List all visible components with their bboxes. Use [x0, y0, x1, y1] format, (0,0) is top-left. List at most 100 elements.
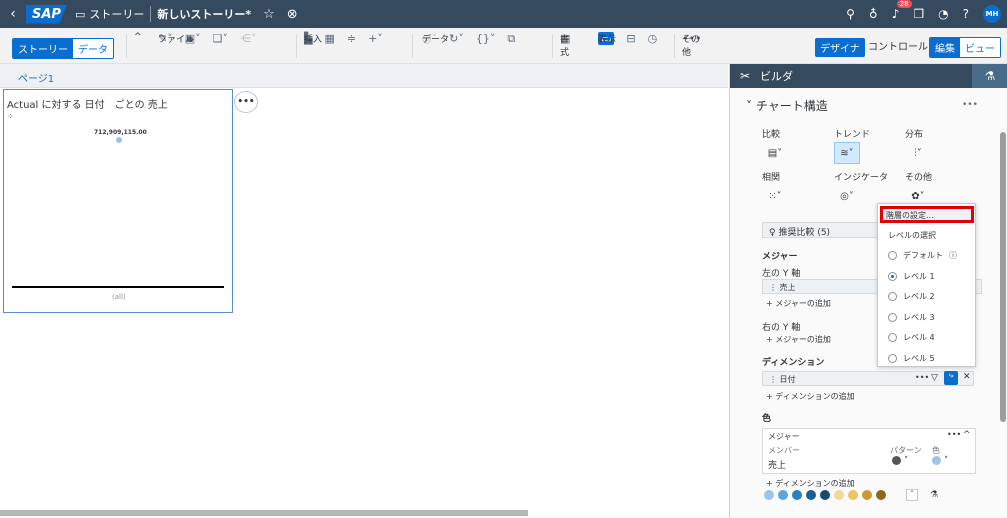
distribution-chart-icon[interactable]: ⫶˅: [905, 142, 931, 164]
toolbar-separator: [412, 34, 413, 58]
chart-structure-more-icon[interactable]: •••: [962, 100, 978, 110]
collapse-color-icon[interactable]: ^: [963, 430, 971, 440]
remove-dimension-icon[interactable]: ✕: [963, 372, 971, 382]
lightbulb-icon[interactable]: ♁: [869, 7, 878, 21]
level-option[interactable]: レベル 5: [888, 353, 935, 364]
color-picker[interactable]: ˅: [932, 456, 948, 466]
bar-chart-icon[interactable]: ▤˅: [762, 142, 788, 164]
tab-story[interactable]: ストーリー: [13, 39, 73, 58]
level-option[interactable]: レベル 4: [888, 332, 935, 343]
radio-icon: [888, 271, 897, 281]
color-member-label: メンバー: [768, 446, 800, 455]
add-color-dimension-link[interactable]: + ディメンションの追加: [766, 478, 855, 489]
format-group-label: 書式: [560, 35, 570, 58]
story-canvas[interactable]: Actual に対する 日付 ごとの 売上 ⁘ 712,909,115.00 (…: [0, 88, 728, 512]
builder-tools-icon[interactable]: ✂: [730, 69, 760, 83]
control-button[interactable]: コントロール: [868, 38, 928, 53]
chart-type-label-other: その他: [905, 173, 933, 183]
color-more-icon[interactable]: •••: [947, 430, 961, 439]
builder-title: ビルダ: [760, 70, 793, 83]
data-point[interactable]: [116, 137, 122, 143]
other-group: その他 •••: [682, 32, 701, 58]
discussion-icon[interactable]: ❐: [913, 7, 924, 21]
designer-button[interactable]: デザイナ: [815, 38, 865, 57]
refresh-icon[interactable]: ↻˅: [449, 32, 464, 46]
level-option-label: レベル 5: [903, 353, 935, 363]
canvas-horizontal-scrollbar[interactable]: [0, 510, 528, 516]
sap-logo: SAP: [26, 4, 67, 24]
palette-swatch: [764, 490, 774, 500]
insert-group: 挿入 ▙ ▦ ≑ +˅: [304, 32, 383, 45]
insert-table-icon[interactable]: ▦: [324, 32, 334, 45]
chart-type-label-distribution: 分布: [905, 130, 924, 140]
styling-tab-icon[interactable]: ⚗: [972, 64, 1007, 88]
tab-view[interactable]: ビュー: [960, 38, 1000, 57]
add-measure-link[interactable]: + メジャーの追加: [766, 298, 831, 309]
feedback-icon[interactable]: ◔: [938, 7, 948, 21]
recommended-comparison-label: 推奨比較 (5): [778, 228, 831, 238]
tab-edit[interactable]: 編集: [930, 38, 960, 57]
data-group-label: データ: [422, 35, 450, 45]
toolbar-separator: [674, 34, 675, 58]
color-pattern-label: パターン: [890, 446, 922, 455]
panel-scrollbar[interactable]: [1000, 132, 1006, 422]
share-icon[interactable]: ⋲˅: [240, 32, 257, 45]
palette-swatch: [848, 490, 858, 500]
tab-data[interactable]: データ: [73, 39, 113, 58]
user-avatar[interactable]: MH: [983, 5, 1001, 23]
level-option[interactable]: レベル 2: [888, 291, 935, 302]
insert-filter-icon[interactable]: ≑: [347, 32, 356, 45]
search-icon[interactable]: ⚲: [846, 7, 855, 21]
chart-type-label-indicator: インジケータ: [834, 173, 889, 183]
add-icon[interactable]: +˅: [368, 32, 383, 45]
notification-bell-icon[interactable]: ♪ 28: [892, 0, 912, 21]
formula-icon[interactable]: {}˅: [476, 32, 496, 46]
recommended-comparison[interactable]: ♀ 推奨比較 (5): [762, 222, 880, 238]
pattern-picker[interactable]: ˅: [892, 456, 908, 466]
collapse-toolbar-icon[interactable]: ^: [134, 32, 142, 42]
palette-settings-icon[interactable]: ⚗: [930, 490, 938, 500]
story-breadcrumb[interactable]: ▭ ストーリー: [75, 6, 144, 22]
performance-icon[interactable]: ◷: [648, 32, 658, 45]
hierarchy-icon[interactable]: ⤷: [944, 371, 958, 385]
favorite-star-icon[interactable]: ☆: [263, 7, 275, 22]
left-y-axis-label: 左の Y 軸: [762, 269, 801, 279]
add-dimension-link[interactable]: + ディメンションの追加: [766, 391, 855, 402]
chart-widget[interactable]: Actual に対する 日付 ごとの 売上 ⁘ 712,909,115.00 (…: [3, 89, 233, 313]
toolbar-separator: [552, 34, 553, 58]
level-option[interactable]: デフォルト ⓘ: [888, 250, 957, 261]
level-option-label: レベル 4: [903, 333, 935, 342]
widget-more-button[interactable]: •••: [234, 91, 258, 113]
drill-indicator-icon: ⁘: [7, 112, 14, 121]
dimension-filter-icon[interactable]: ▽: [931, 373, 938, 383]
palette-dropdown-icon[interactable]: ˅: [906, 489, 918, 501]
hierarchy-settings-option[interactable]: 階層の設定...: [880, 206, 974, 223]
builder-header: ✂ ビルダ ⚗: [730, 64, 1007, 88]
panel-icon[interactable]: ⊟: [626, 32, 635, 45]
level-option[interactable]: レベル 1: [888, 271, 935, 282]
palette-swatch: [834, 490, 844, 500]
help-icon[interactable]: ?: [963, 7, 969, 21]
linked-analysis-icon[interactable]: ⧉: [507, 32, 515, 46]
trend-chart-icon[interactable]: ≋˅: [834, 142, 860, 164]
dimension-field[interactable]: ⋮ 日付: [762, 371, 974, 386]
back-icon[interactable]: ‹: [0, 6, 26, 22]
level-option[interactable]: レベル 3: [888, 312, 935, 323]
insert-group-label: 挿入: [304, 35, 323, 45]
copy-icon[interactable]: ❏˅: [213, 32, 228, 45]
page-tab-1[interactable]: ページ1: [18, 70, 55, 90]
add-measure-right-link[interactable]: + メジャーの追加: [766, 334, 831, 345]
level-option-label: レベル 1: [903, 271, 935, 281]
page-tab-bar: ページ1: [0, 64, 728, 90]
file-group-label: ファイル: [158, 35, 195, 45]
story-toolbar: ストーリー データ ^ ファイル ✎˅ ▣˅ ❏˅ ⋲˅ 挿入 ▙ ▦ ≑ +˅…: [0, 28, 1007, 64]
indicator-chart-icon[interactable]: ◎˅: [834, 185, 860, 207]
scatter-chart-icon[interactable]: ⁙˅: [762, 185, 788, 207]
dimension-more-icon[interactable]: •••: [915, 373, 929, 382]
radio-icon: [888, 312, 897, 322]
file-group: ファイル ✎˅ ▣˅ ❏˅ ⋲˅: [158, 32, 257, 45]
chart-type-label-trend: トレンド: [834, 130, 871, 140]
chart-structure-header[interactable]: ˅ チャート構造: [746, 97, 828, 114]
level-option-label: レベル 2: [903, 292, 935, 301]
close-circle-icon[interactable]: ⊗: [287, 7, 298, 22]
